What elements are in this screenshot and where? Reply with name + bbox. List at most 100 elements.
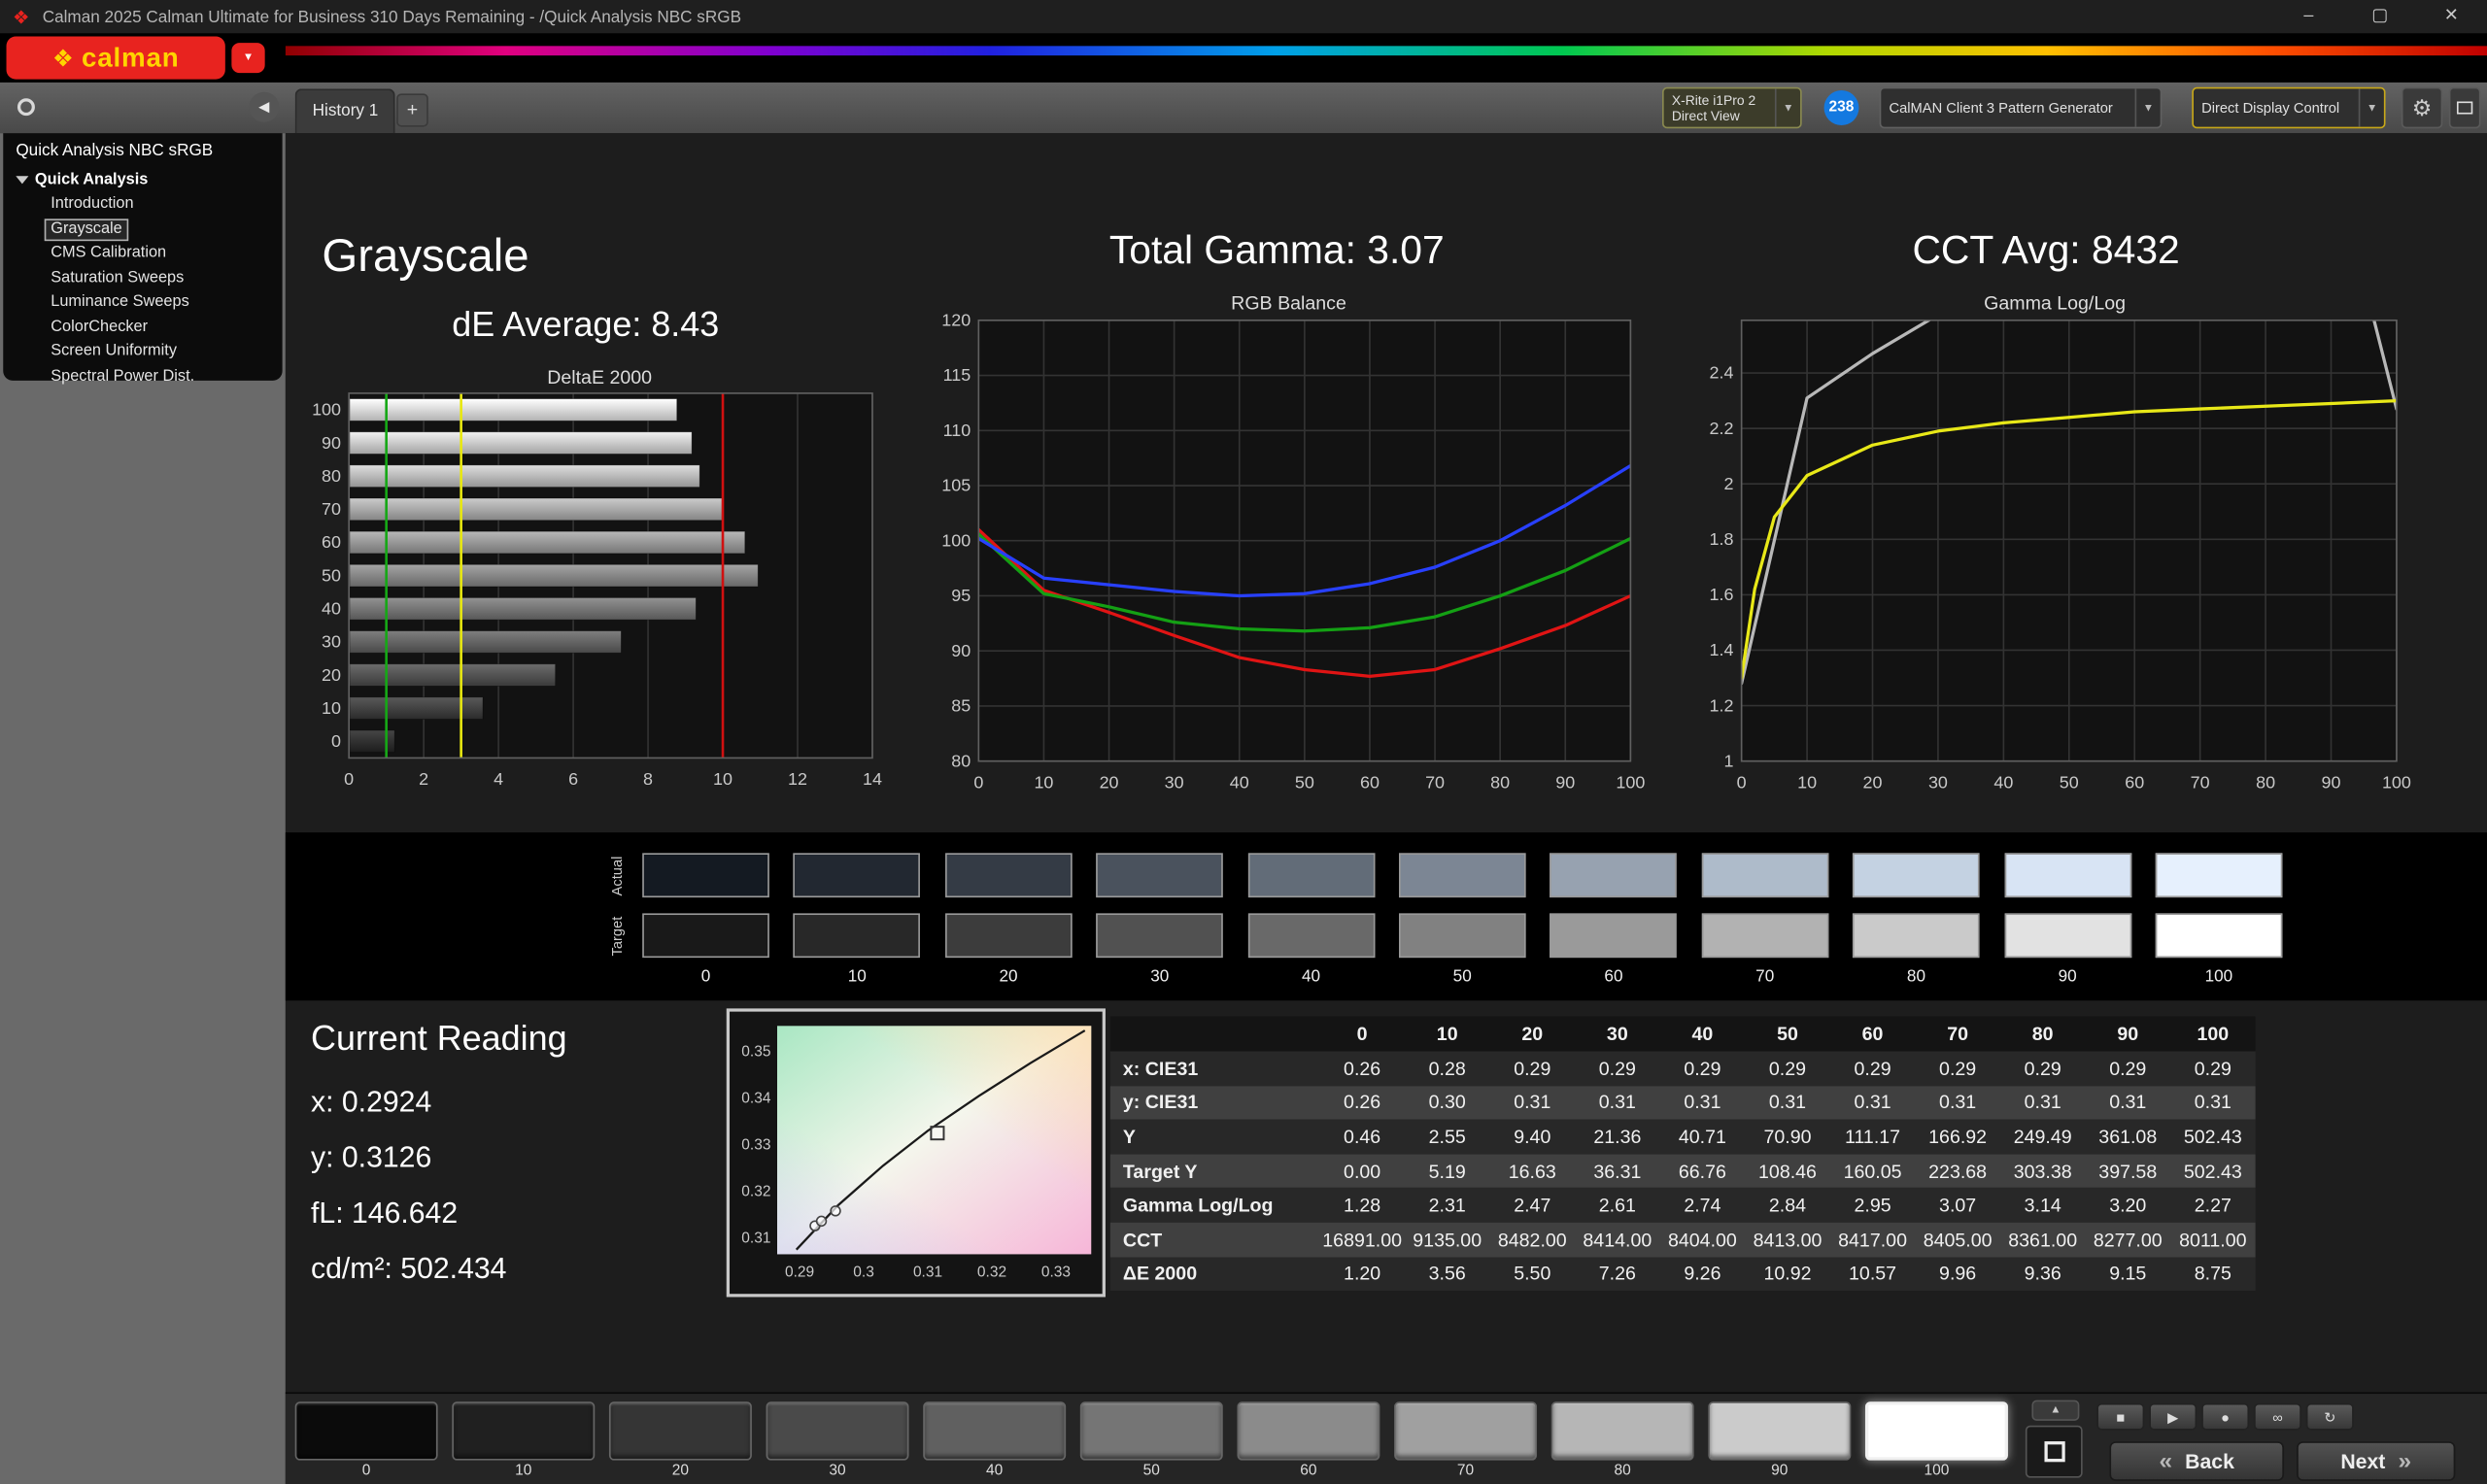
window-titlebar: ❖ Calman 2025 Calman Ultimate for Busine… [0,0,2487,33]
pattern-patch-80[interactable] [1551,1401,1694,1460]
table-cell: 111.17 [1830,1126,1916,1148]
table-cell: 10.57 [1830,1263,1916,1285]
table-cell: 66.76 [1660,1160,1746,1182]
table-cell: 21.36 [1575,1126,1660,1148]
table-cell: 1.20 [1319,1263,1405,1285]
display-control-dropdown[interactable]: Direct Display Control ▼ [2192,87,2385,128]
chevron-up-button[interactable]: ▲ [2031,1400,2079,1421]
patch-cell-60: 60 [1237,1401,1380,1479]
sidebar-item-spectral-power-dist[interactable]: Spectral Power Dist. [45,365,201,388]
sidebar-item-luminance-sweeps[interactable]: Luminance Sweeps [45,291,196,315]
calman-logo[interactable]: ❖ calman [7,37,225,80]
grayscale-swatch-strip: Actual Target 0102030405060708090100 [286,832,2487,1000]
display-control-label: Direct Display Control [2194,100,2359,116]
pattern-patch-90[interactable] [1708,1401,1851,1460]
sidebar-collapse-button[interactable]: ◀ [249,92,279,122]
pattern-patch-20[interactable] [609,1401,752,1460]
deltae-2000-chart: 100908070605040302010002468101214 [311,390,888,799]
table-cell: 397.58 [2085,1160,2170,1182]
table-cell: 2.95 [1830,1195,1916,1217]
table-cell: 8011.00 [2170,1229,2256,1251]
table-cell: 223.68 [1915,1160,2000,1182]
pattern-patch-10[interactable] [452,1401,595,1460]
sidebar-item-saturation-sweeps[interactable]: Saturation Sweeps [45,267,190,290]
svg-text:50: 50 [1295,772,1314,792]
table-cell: 2.27 [2170,1195,2256,1217]
svg-text:115: 115 [943,365,971,385]
pattern-window-button[interactable] [2026,1426,2083,1478]
sidebar: Quick Analysis NBC sRGB Quick Analysis I… [0,133,286,1484]
meter-status-badge[interactable]: 238 [1824,90,1859,125]
gamma-loglog-chart: 11.21.41.61.822.22.401020304050607080901… [1694,314,2416,799]
patch-label-80: 80 [1551,1462,1694,1479]
svg-text:30: 30 [1165,772,1184,792]
svg-text:4: 4 [494,769,503,789]
workflow-title: Quick Analysis NBC sRGB [3,133,282,160]
next-button[interactable]: Next » [2297,1441,2455,1481]
sidebar-item-colorchecker[interactable]: ColorChecker [45,317,154,340]
stop-button[interactable]: ■ [2096,1403,2144,1431]
svg-text:0.33: 0.33 [741,1137,770,1154]
svg-text:0: 0 [973,772,983,792]
target-swatch-50 [1399,913,1526,958]
svg-text:0.33: 0.33 [1041,1264,1071,1280]
back-button[interactable]: « Back [2109,1441,2284,1481]
table-cell: 8414.00 [1575,1229,1660,1251]
actual-row-label: Actual [609,852,625,899]
pattern-generator-dropdown[interactable]: CalMAN Client 3 Pattern Generator ▼ [1880,87,2163,128]
sidebar-item-grayscale[interactable]: Grayscale [45,218,129,241]
sidebar-item-introduction[interactable]: Introduction [45,193,140,217]
swatch-level-0: 0 [642,967,769,987]
svg-text:105: 105 [941,476,971,495]
play-button[interactable]: ▶ [2149,1403,2197,1431]
deltae-chart-title: DeltaE 2000 [311,366,888,388]
patch-cell-40: 40 [923,1401,1066,1479]
row-label: y: CIE31 [1110,1092,1320,1114]
close-button[interactable]: ✕ [2416,0,2487,33]
workflow-tree-items: IntroductionGrayscaleCMS CalibrationSatu… [3,193,282,388]
table-cell: 16891.00 [1319,1229,1405,1251]
pattern-patch-100[interactable] [1865,1401,2008,1460]
svg-text:60: 60 [1360,772,1380,792]
continuous-button[interactable]: ∞ [2254,1403,2301,1431]
refresh-button[interactable]: ↻ [2306,1403,2354,1431]
pattern-patch-70[interactable] [1394,1401,1537,1460]
pin-icon[interactable] [17,98,35,116]
maximize-button[interactable]: ▢ [2344,0,2415,33]
actual-swatch-20 [945,853,1073,897]
table-cell: 1.28 [1319,1195,1405,1217]
pattern-patch-60[interactable] [1237,1401,1380,1460]
patch-label-100: 100 [1865,1462,2008,1479]
main-menu-button[interactable]: ▼ [231,43,264,73]
table-cell: 8482.00 [1489,1229,1575,1251]
record-button[interactable]: ● [2201,1403,2249,1431]
meter-dropdown[interactable]: X-Rite i1Pro 2 Direct View ▼ [1662,87,1802,128]
target-swatch-60 [1550,913,1678,958]
table-col-80: 80 [2000,1023,2086,1045]
svg-text:0.3: 0.3 [853,1264,874,1280]
minimize-button[interactable]: – [2273,0,2344,33]
add-tab-button[interactable]: + [396,93,428,126]
table-cell: 3.14 [2000,1195,2086,1217]
pattern-patch-0[interactable] [295,1401,438,1460]
logo-strip: ❖ calman ▼ [0,33,2487,83]
table-cell: 7.26 [1575,1263,1660,1285]
tab-history-1[interactable]: History 1 [295,88,396,133]
svg-text:10: 10 [1797,772,1817,792]
svg-text:30: 30 [1928,772,1948,792]
app-icon: ❖ [13,6,30,28]
table-cell: 0.31 [1575,1092,1660,1114]
pattern-patch-40[interactable] [923,1401,1066,1460]
swatch-level-100: 100 [2156,967,2283,987]
table-cell: 0.26 [1319,1092,1405,1114]
layout-button[interactable] [2449,87,2481,128]
de-average-heading: dE Average: 8.43 [452,304,719,345]
table-cell: 2.84 [1745,1195,1830,1217]
sidebar-item-cms-calibration[interactable]: CMS Calibration [45,243,173,266]
table-cell: 0.31 [1489,1092,1575,1114]
sidebar-item-screen-uniformity[interactable]: Screen Uniformity [45,341,184,364]
pattern-patch-30[interactable] [767,1401,909,1460]
tree-root-quick-analysis[interactable]: Quick Analysis [3,160,282,192]
settings-gear-button[interactable]: ⚙ [2402,87,2442,128]
pattern-patch-50[interactable] [1080,1401,1223,1460]
